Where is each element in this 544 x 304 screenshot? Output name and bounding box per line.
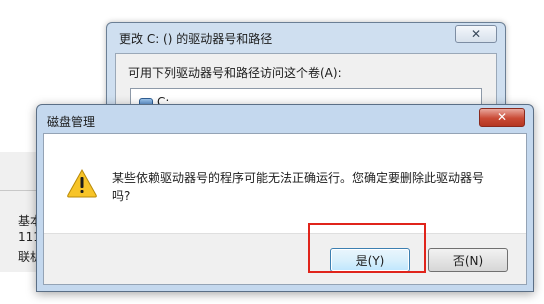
no-button[interactable]: 否(N): [428, 248, 508, 272]
background-text-1: 基本: [18, 214, 36, 228]
list-label: 可用下列驱动器号和路径访问这个卷(A):: [128, 66, 342, 80]
close-button[interactable]: ✕: [455, 25, 497, 43]
dialog-title: 磁盘管理: [47, 115, 96, 129]
dialog-title: 更改 C: () 的驱动器号和路径: [119, 32, 273, 46]
background-text-3: 联机: [18, 250, 36, 264]
close-button[interactable]: ✕: [479, 108, 525, 127]
background-divider: [0, 190, 36, 191]
button-bar: 是(Y) 否(N): [44, 233, 526, 284]
disk-management-dialog: 磁盘管理 ✕ 某些依赖驱动器号的程序可能无法正确运行。您确定要删除此驱动器号吗?…: [36, 104, 534, 292]
yes-button[interactable]: 是(Y): [330, 248, 410, 272]
confirmation-message: 某些依赖驱动器号的程序可能无法正确运行。您确定要删除此驱动器号吗?: [112, 171, 485, 203]
warning-icon: [67, 168, 97, 198]
background-text-2: 111: [18, 230, 36, 244]
dialog-body: 某些依赖驱动器号的程序可能无法正确运行。您确定要删除此驱动器号吗? 是(Y) 否…: [43, 133, 527, 285]
